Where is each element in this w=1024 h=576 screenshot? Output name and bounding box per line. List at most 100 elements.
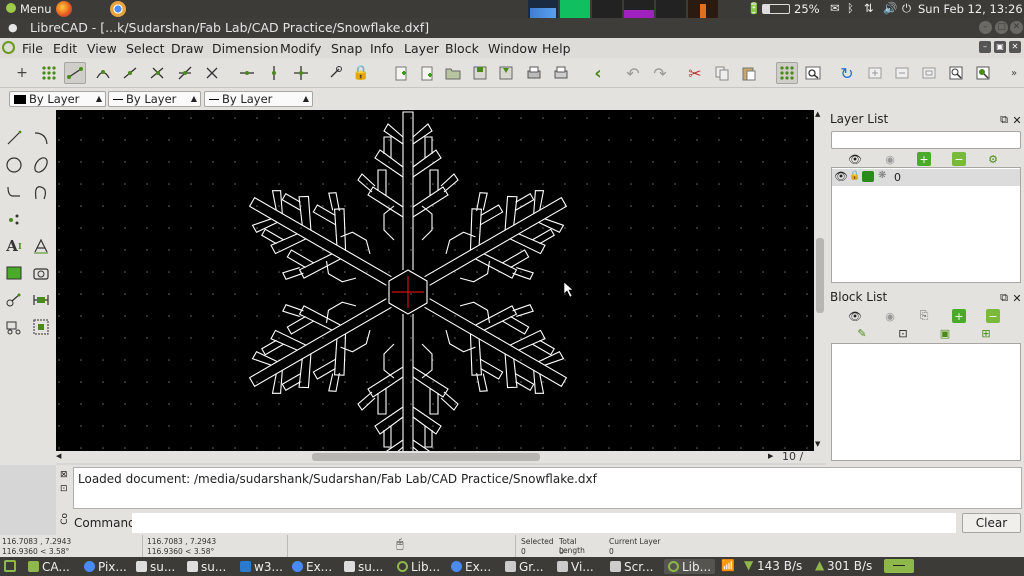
menu-window[interactable]: Window — [488, 41, 537, 56]
insert-block-icon[interactable]: ⊞ — [979, 326, 993, 340]
show-desktop-icon[interactable] — [4, 560, 16, 572]
system-menu-label[interactable]: Menu — [20, 2, 52, 16]
workspace-switcher[interactable] — [884, 559, 914, 573]
drawing-canvas[interactable] — [56, 110, 814, 451]
canvas-vertical-scrollbar[interactable]: ▲ ▼ — [814, 110, 826, 451]
task-item[interactable]: Vi... — [557, 559, 594, 574]
mdi-restore-icon[interactable]: ▣ — [994, 41, 1006, 53]
close-panel-icon[interactable]: ✕ — [1010, 113, 1024, 127]
menu-modify[interactable]: Modify — [280, 41, 321, 56]
network-icon[interactable]: ⇅ — [864, 1, 874, 15]
line-type-select[interactable]: By Layer ▲ — [108, 91, 201, 107]
color-select[interactable]: By Layer ▲ — [9, 91, 106, 107]
lock-relative-zero-icon[interactable]: 🔒 — [352, 64, 370, 82]
scroll-up-icon[interactable]: ▲ — [815, 110, 820, 118]
text-tool-icon[interactable]: AI — [4, 236, 24, 256]
redraw-icon[interactable]: ↻ — [838, 64, 856, 83]
select-tool-icon[interactable] — [31, 317, 51, 337]
dimension-tool-icon[interactable] — [31, 236, 51, 256]
menu-file[interactable]: File — [22, 41, 43, 56]
snap-grid-icon[interactable] — [40, 64, 58, 82]
task-item[interactable]: Scr... — [610, 559, 654, 574]
float-command-panel-icon[interactable]: ⊡ — [60, 484, 68, 494]
hide-all-layers-icon[interactable]: ◉ — [883, 152, 897, 166]
task-item[interactable]: su... — [187, 559, 226, 574]
line-tool-icon[interactable] — [4, 128, 24, 148]
image-tool-icon[interactable] — [31, 263, 51, 283]
measure-tool-icon[interactable] — [31, 290, 51, 310]
print-icon[interactable] — [525, 64, 543, 82]
polyline-tool-icon[interactable] — [4, 182, 24, 202]
line-width-select[interactable]: By Layer ▲ — [204, 91, 313, 107]
print-preview-icon[interactable] — [552, 64, 570, 82]
zoom-in-icon[interactable] — [866, 64, 884, 82]
hide-all-blocks-icon[interactable]: ◉ — [883, 309, 897, 323]
scroll-down-icon[interactable]: ▼ — [815, 440, 820, 448]
snap-intersection-icon[interactable] — [203, 64, 221, 82]
keyboard-icon[interactable]: 🔋 — [747, 2, 761, 15]
firefox-icon[interactable] — [56, 1, 72, 17]
mail-icon[interactable]: ✉ — [830, 1, 840, 15]
volume-icon[interactable]: 🔊 — [883, 1, 897, 15]
horizontal-scroll-thumb[interactable] — [312, 453, 540, 461]
scroll-right-icon[interactable]: ▶ — [768, 452, 773, 460]
modify-tool-icon[interactable] — [4, 290, 24, 310]
menu-edit[interactable]: Edit — [53, 41, 77, 56]
battery-icon[interactable] — [762, 4, 790, 14]
show-all-layers-icon[interactable]: 👁 — [848, 152, 862, 166]
arc-tool-icon[interactable] — [31, 128, 51, 148]
lock-icon[interactable]: 🔒 — [849, 171, 860, 181]
construction-layer-icon[interactable]: ❋ — [878, 170, 886, 181]
clock[interactable]: Sun Feb 12, 13:26 — [918, 2, 1023, 16]
circle-tool-icon[interactable] — [4, 155, 24, 175]
grid-toggle-icon[interactable] — [776, 62, 798, 84]
restrict-vertical-icon[interactable] — [265, 64, 283, 82]
show-all-blocks-icon[interactable]: 👁 — [848, 309, 862, 323]
task-item[interactable]: Ex... — [451, 559, 491, 574]
menu-block[interactable]: Block — [445, 41, 479, 56]
cut-icon[interactable]: ✂ — [686, 64, 704, 83]
point-tool-icon[interactable] — [4, 209, 24, 229]
bluetooth-icon[interactable]: ᛒ — [847, 1, 854, 15]
mint-menu-icon[interactable] — [6, 3, 16, 13]
zoom-window-icon[interactable] — [974, 64, 992, 82]
minimize-window-icon[interactable]: – — [979, 21, 992, 34]
remove-block-icon[interactable]: − — [986, 309, 1000, 323]
zoom-auto-icon[interactable] — [920, 64, 938, 82]
create-block-icon[interactable]: ⎘ — [917, 309, 931, 323]
snap-on-entity-icon[interactable] — [94, 64, 112, 82]
menu-draw[interactable]: Draw — [171, 41, 204, 56]
task-item[interactable]: CA... — [28, 559, 70, 574]
task-item[interactable]: Ex... — [292, 559, 332, 574]
save-block-icon[interactable]: ▣ — [938, 326, 952, 340]
menu-view[interactable]: View — [87, 41, 117, 56]
zoom-previous-icon[interactable] — [947, 64, 965, 82]
save-icon[interactable] — [471, 64, 489, 82]
remove-layer-icon[interactable]: − — [952, 152, 966, 166]
task-item[interactable]: Gr... — [505, 559, 544, 574]
hatch-tool-icon[interactable] — [4, 263, 24, 283]
edit-block-icon[interactable]: ⊡ — [896, 326, 910, 340]
save-as-icon[interactable] — [497, 64, 515, 82]
menu-snap[interactable]: Snap — [331, 41, 362, 56]
app-menu-icon[interactable] — [2, 41, 15, 54]
close-command-panel-icon[interactable]: ⊠ — [60, 470, 68, 480]
block-tool-icon[interactable] — [4, 317, 24, 337]
rename-block-icon[interactable]: ✎ — [855, 326, 869, 340]
layer-filter-input[interactable] — [831, 131, 1021, 149]
ellipse-tool-icon[interactable] — [31, 155, 51, 175]
back-arrow-icon[interactable]: ‹ — [589, 63, 607, 84]
toolbar-overflow-icon[interactable]: » — [1008, 64, 1020, 82]
open-file-icon[interactable] — [444, 64, 462, 82]
snap-distance-icon[interactable] — [176, 64, 194, 82]
snap-free-icon[interactable]: + — [13, 64, 31, 82]
print-layer-icon[interactable] — [862, 171, 874, 182]
menu-dimension[interactable]: Dimension — [212, 41, 278, 56]
mdi-minimize-icon[interactable]: – — [979, 41, 991, 53]
task-item[interactable]: Pix... — [84, 559, 127, 574]
set-relative-zero-icon[interactable] — [326, 64, 344, 82]
command-input[interactable] — [132, 513, 956, 533]
menu-select[interactable]: Select — [126, 41, 165, 56]
restrict-orthogonal-icon[interactable] — [292, 64, 310, 82]
canvas-horizontal-scrollbar[interactable]: ◀ ▶ 10 / 100 — [56, 450, 826, 476]
